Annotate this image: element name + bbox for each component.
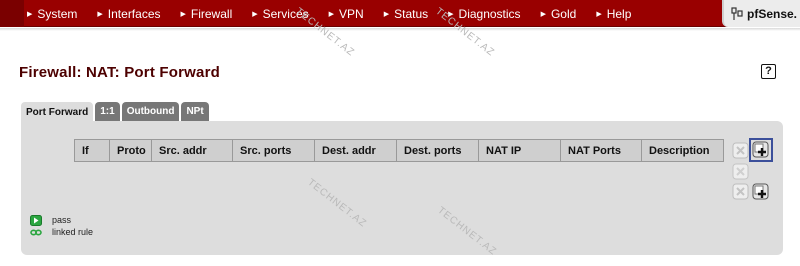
menu-arrow-icon: ▶ — [97, 10, 103, 18]
nav-shadow — [0, 28, 800, 31]
add-rule-top-icon[interactable] — [752, 141, 769, 158]
menu-diagnostics[interactable]: ▶ Diagnostics — [448, 7, 520, 21]
nat-tabs: Port Forward 1:1 Outbound NPt — [21, 102, 211, 122]
menu-label: VPN — [339, 6, 364, 21]
menu-arrow-icon: ▶ — [540, 10, 546, 18]
rules-table-header: If Proto Src. addr Src. ports Dest. addr… — [74, 139, 724, 162]
menu-arrow-icon: ▶ — [383, 10, 390, 18]
menu-arrow-icon: ▶ — [328, 10, 335, 18]
col-description: Description — [642, 139, 724, 162]
col-src-ports: Src. ports — [233, 139, 315, 162]
rules-legend: pass linked rule — [30, 214, 93, 238]
menu-label: System — [37, 6, 78, 21]
col-proto: Proto — [110, 139, 152, 162]
menu-label: Status — [394, 6, 429, 21]
brand-logo[interactable]: pfSense. — [722, 0, 800, 27]
pfsense-logo-icon — [731, 6, 743, 20]
menu-status[interactable]: ▶ Status — [384, 7, 428, 21]
menu-label: Firewall — [190, 6, 233, 21]
menu-arrow-icon: ▶ — [180, 10, 186, 18]
linked-rule-icon — [30, 228, 42, 236]
legend-pass: pass — [30, 214, 93, 226]
menu-label: Gold — [550, 6, 577, 21]
menu-gold[interactable]: ▶ Gold — [541, 7, 577, 21]
disabled-action-icon — [732, 163, 749, 180]
menu-arrow-icon: ▶ — [252, 10, 258, 18]
menu-label: Help — [606, 6, 632, 21]
menu-help[interactable]: ▶ Help — [596, 7, 631, 21]
menu-arrow-icon: ▶ — [27, 10, 33, 18]
legend-pass-label: pass — [52, 215, 72, 225]
page: ▶ System ▶ Interfaces ▶ Firewall ▶ Services … — [0, 0, 800, 266]
col-dest-addr: Dest. addr — [315, 139, 397, 162]
pass-icon — [30, 214, 42, 226]
col-if: If — [74, 139, 110, 162]
brand-name: pfSense. — [747, 6, 798, 21]
menu-vpn[interactable]: ▶ VPN — [329, 7, 364, 21]
page-title: Firewall: NAT: Port Forward — [19, 64, 220, 81]
delete-selected-icon[interactable] — [732, 142, 749, 159]
menu-label: Diagnostics — [458, 6, 521, 21]
tab-one-to-one[interactable]: 1:1 — [95, 102, 120, 121]
help-button[interactable]: ? — [761, 64, 776, 79]
menu-system[interactable]: ▶ System — [27, 7, 77, 21]
legend-linked: linked rule — [30, 226, 93, 238]
col-src-addr: Src. addr — [152, 139, 233, 162]
add-rule-bottom-icon[interactable] — [752, 183, 769, 200]
col-nat-ip: NAT IP — [479, 139, 561, 162]
col-nat-ports: NAT Ports — [561, 139, 642, 162]
menu-interfaces[interactable]: ▶ Interfaces — [97, 7, 160, 21]
legend-linked-label: linked rule — [52, 227, 94, 237]
col-dest-ports: Dest. ports — [397, 139, 479, 162]
top-navigation-bar: ▶ System ▶ Interfaces ▶ Firewall ▶ Services … — [0, 0, 800, 27]
tab-outbound[interactable]: Outbound — [121, 102, 180, 121]
tab-npt[interactable]: NPt — [181, 102, 209, 121]
menu-arrow-icon: ▶ — [596, 10, 602, 18]
menu-firewall[interactable]: ▶ Firewall — [181, 7, 233, 21]
delete-icon[interactable] — [732, 183, 749, 200]
nav-corner — [0, 0, 24, 27]
tab-port-forward[interactable]: Port Forward — [21, 102, 94, 122]
menu-label: Interfaces — [107, 6, 161, 21]
main-menu: ▶ System ▶ Interfaces ▶ Firewall ▶ Services … — [27, 0, 651, 27]
